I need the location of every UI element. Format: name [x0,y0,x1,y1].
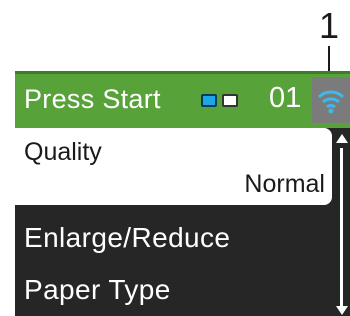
ink-indicator-cyan [201,94,217,107]
scrollbar[interactable] [335,128,350,316]
copy-count: 01 [269,82,302,114]
scroll-up-icon[interactable] [336,134,348,143]
ink-indicator-white [222,94,238,107]
callout-number: 1 [318,5,340,46]
menu-item-value: Normal [244,170,325,198]
wifi-icon [317,90,345,114]
menu-item-quality[interactable]: Quality Normal [15,128,332,205]
menu-item-label: Quality [24,138,102,166]
status-bar: Press Start 01 [15,71,350,128]
scroll-track [340,148,343,306]
status-text: Press Start [24,84,161,114]
menu-item-enlarge-reduce[interactable]: Enlarge/Reduce [24,222,230,254]
wifi-status[interactable] [312,77,350,123]
scroll-down-icon[interactable] [336,306,348,315]
lcd-screen: Press Start 01 Quality Normal Enlarge/Re… [15,71,350,316]
menu-item-paper-type[interactable]: Paper Type [24,274,171,306]
